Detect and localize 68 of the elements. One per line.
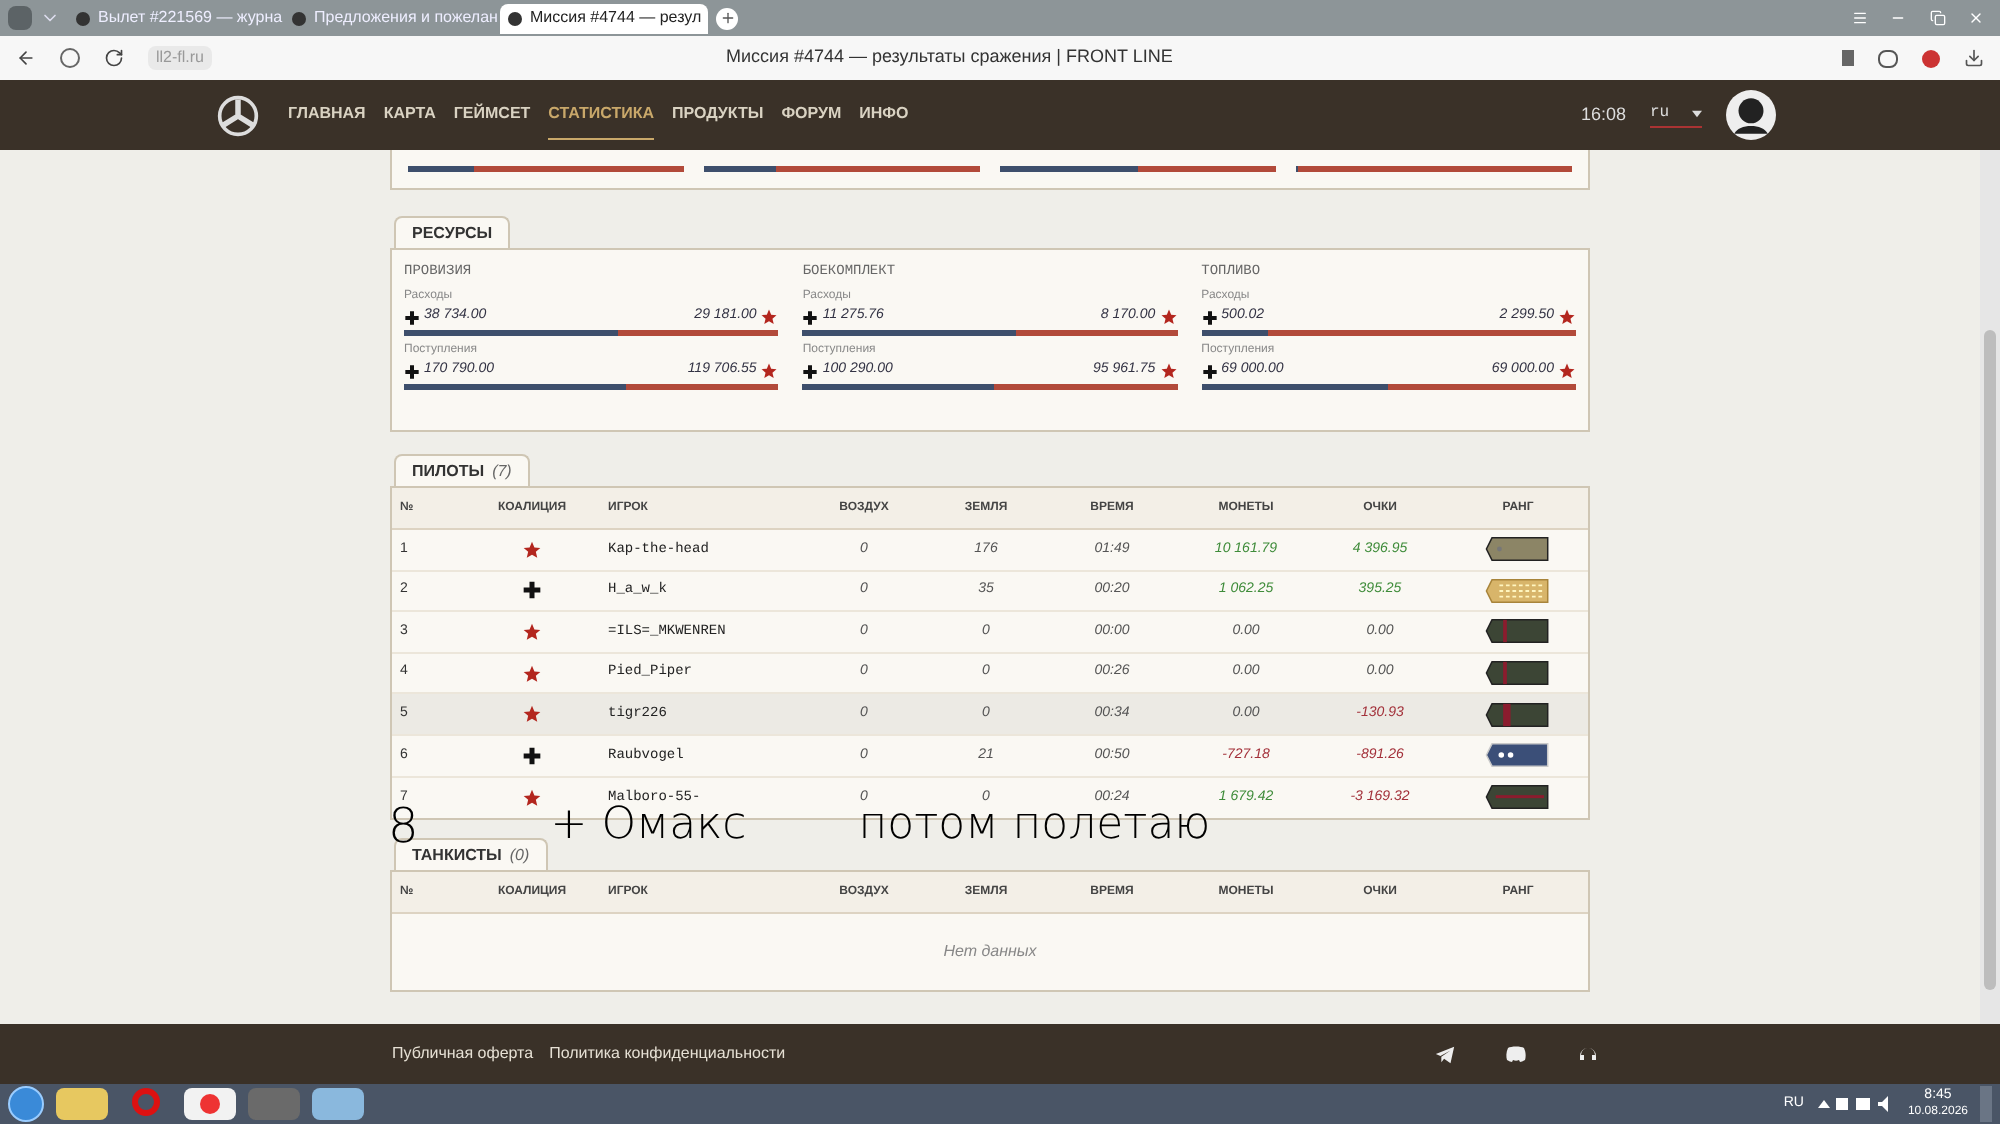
star-icon — [522, 539, 542, 560]
epaulette-icon — [1484, 742, 1552, 769]
epaulette-icon — [1484, 577, 1552, 604]
tab-title: Вылет #221569 — журна — [98, 6, 283, 30]
avatar-icon[interactable] — [1726, 90, 1776, 140]
star-icon — [1159, 362, 1178, 380]
epaulette-icon — [1484, 660, 1552, 687]
empty-message: Нет данных — [943, 940, 1037, 965]
new-tab-button[interactable] — [716, 7, 738, 29]
nav-link[interactable]: ИНФО — [859, 90, 909, 140]
handwritten-note: потом полетаю — [858, 800, 1211, 852]
star-icon — [522, 704, 542, 725]
nav-link[interactable]: ФОРУМ — [781, 90, 842, 140]
star-icon — [1557, 308, 1576, 326]
back-icon[interactable] — [16, 48, 36, 68]
cross-icon — [404, 363, 420, 379]
discord-icon[interactable] — [1504, 1042, 1528, 1066]
site-icon — [508, 11, 522, 25]
nav-link[interactable]: СТАТИСТИКА — [548, 90, 655, 140]
yandex-browser-icon[interactable] — [184, 1088, 236, 1120]
start-button[interactable] — [8, 1086, 44, 1122]
tab-title: Предложения и пожелан — [314, 6, 498, 30]
resources-tab[interactable]: РЕСУРСЫ — [394, 216, 511, 248]
star-icon — [1557, 362, 1576, 380]
star-icon — [522, 663, 542, 684]
site-icon — [292, 11, 306, 25]
cross-icon — [522, 580, 542, 601]
epaulette-icon — [1484, 536, 1552, 563]
epaulette-icon — [1484, 784, 1552, 811]
cross-icon — [1201, 309, 1218, 325]
site-icon — [76, 11, 90, 25]
handwritten-name: + Омакс — [550, 800, 747, 852]
logo-icon[interactable] — [216, 93, 260, 137]
extension-icon[interactable] — [1922, 49, 1940, 67]
page-title: Миссия #4744 — результаты сражения | FRONT LINE — [726, 44, 1173, 71]
cross-icon — [404, 309, 420, 325]
clock-text: 16:08 — [1580, 101, 1626, 128]
telegram-icon[interactable] — [1434, 1043, 1456, 1065]
nav-link[interactable]: КАРТА — [383, 90, 436, 140]
star-icon — [760, 362, 779, 380]
pilots-tab[interactable]: ПИЛОТЫ (7) — [394, 454, 530, 486]
cross-icon — [1201, 363, 1218, 379]
download-icon[interactable] — [1964, 48, 1984, 68]
nav-link[interactable]: ГЛАВНАЯ — [288, 90, 366, 140]
language-select[interactable]: ru — [1650, 102, 1702, 128]
browser-tab[interactable]: Миссия #4744 — резул — [500, 3, 708, 33]
tab-title: Миссия #4744 — резул — [530, 6, 702, 30]
reload-icon[interactable] — [104, 48, 124, 68]
footer-link[interactable]: Политика конфиденциальности — [549, 1042, 786, 1066]
star-icon — [522, 787, 542, 808]
restore-icon[interactable] — [1929, 10, 1946, 26]
menu-icon[interactable] — [1852, 10, 1868, 26]
cross-icon — [522, 745, 542, 766]
star-icon — [760, 308, 779, 326]
extension-icon[interactable] — [1878, 49, 1898, 67]
cross-icon — [802, 309, 819, 325]
nav-link[interactable]: ПРОДУКТЫ — [672, 90, 764, 140]
scrollbar[interactable] — [1980, 150, 2000, 1024]
star-icon — [1159, 308, 1178, 326]
caret-icon — [1692, 110, 1702, 118]
footer-link[interactable]: Публичная оферта — [392, 1042, 534, 1066]
epaulette-icon — [1484, 701, 1552, 728]
close-icon[interactable] — [1967, 10, 1984, 26]
nav-link[interactable]: ГЕЙМСЕТ — [453, 90, 531, 140]
epaulette-icon — [1484, 618, 1552, 645]
cross-icon — [802, 363, 819, 379]
folder-icon[interactable] — [56, 1088, 108, 1120]
star-icon — [522, 621, 542, 642]
